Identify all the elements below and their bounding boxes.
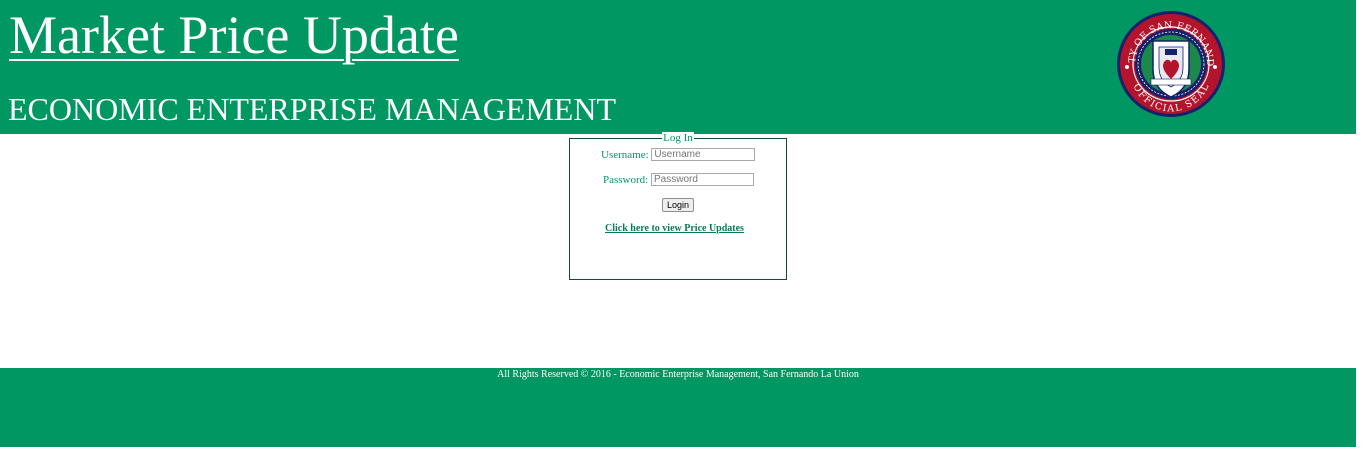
password-input[interactable] bbox=[650, 173, 754, 186]
site-footer: All Rights Reserved © 2016 - Economic En… bbox=[0, 368, 1356, 447]
username-label: Username: bbox=[601, 148, 649, 161]
username-row: Username: bbox=[601, 148, 756, 161]
username-input[interactable] bbox=[651, 148, 756, 161]
password-row: Password: bbox=[603, 173, 754, 186]
login-form: Log In Username: Password: Login Click h… bbox=[569, 132, 787, 280]
view-price-updates-link[interactable]: Click here to view Price Updates bbox=[605, 223, 744, 234]
page-title[interactable]: Market Price Update bbox=[9, 5, 459, 65]
login-button[interactable]: Login bbox=[662, 198, 694, 212]
copyright-text: All Rights Reserved © 2016 - Economic En… bbox=[497, 369, 859, 380]
site-header: Market Price Update ECONOMIC ENTERPRISE … bbox=[0, 0, 1356, 134]
site-subtitle: ECONOMIC ENTERPRISE MANAGEMENT bbox=[8, 91, 616, 127]
password-label: Password: bbox=[603, 173, 649, 186]
city-seal-logo: CITY OF SAN FERNANDO OFFICIAL SEAL bbox=[1115, 9, 1225, 117]
login-legend: Log In bbox=[662, 132, 694, 144]
